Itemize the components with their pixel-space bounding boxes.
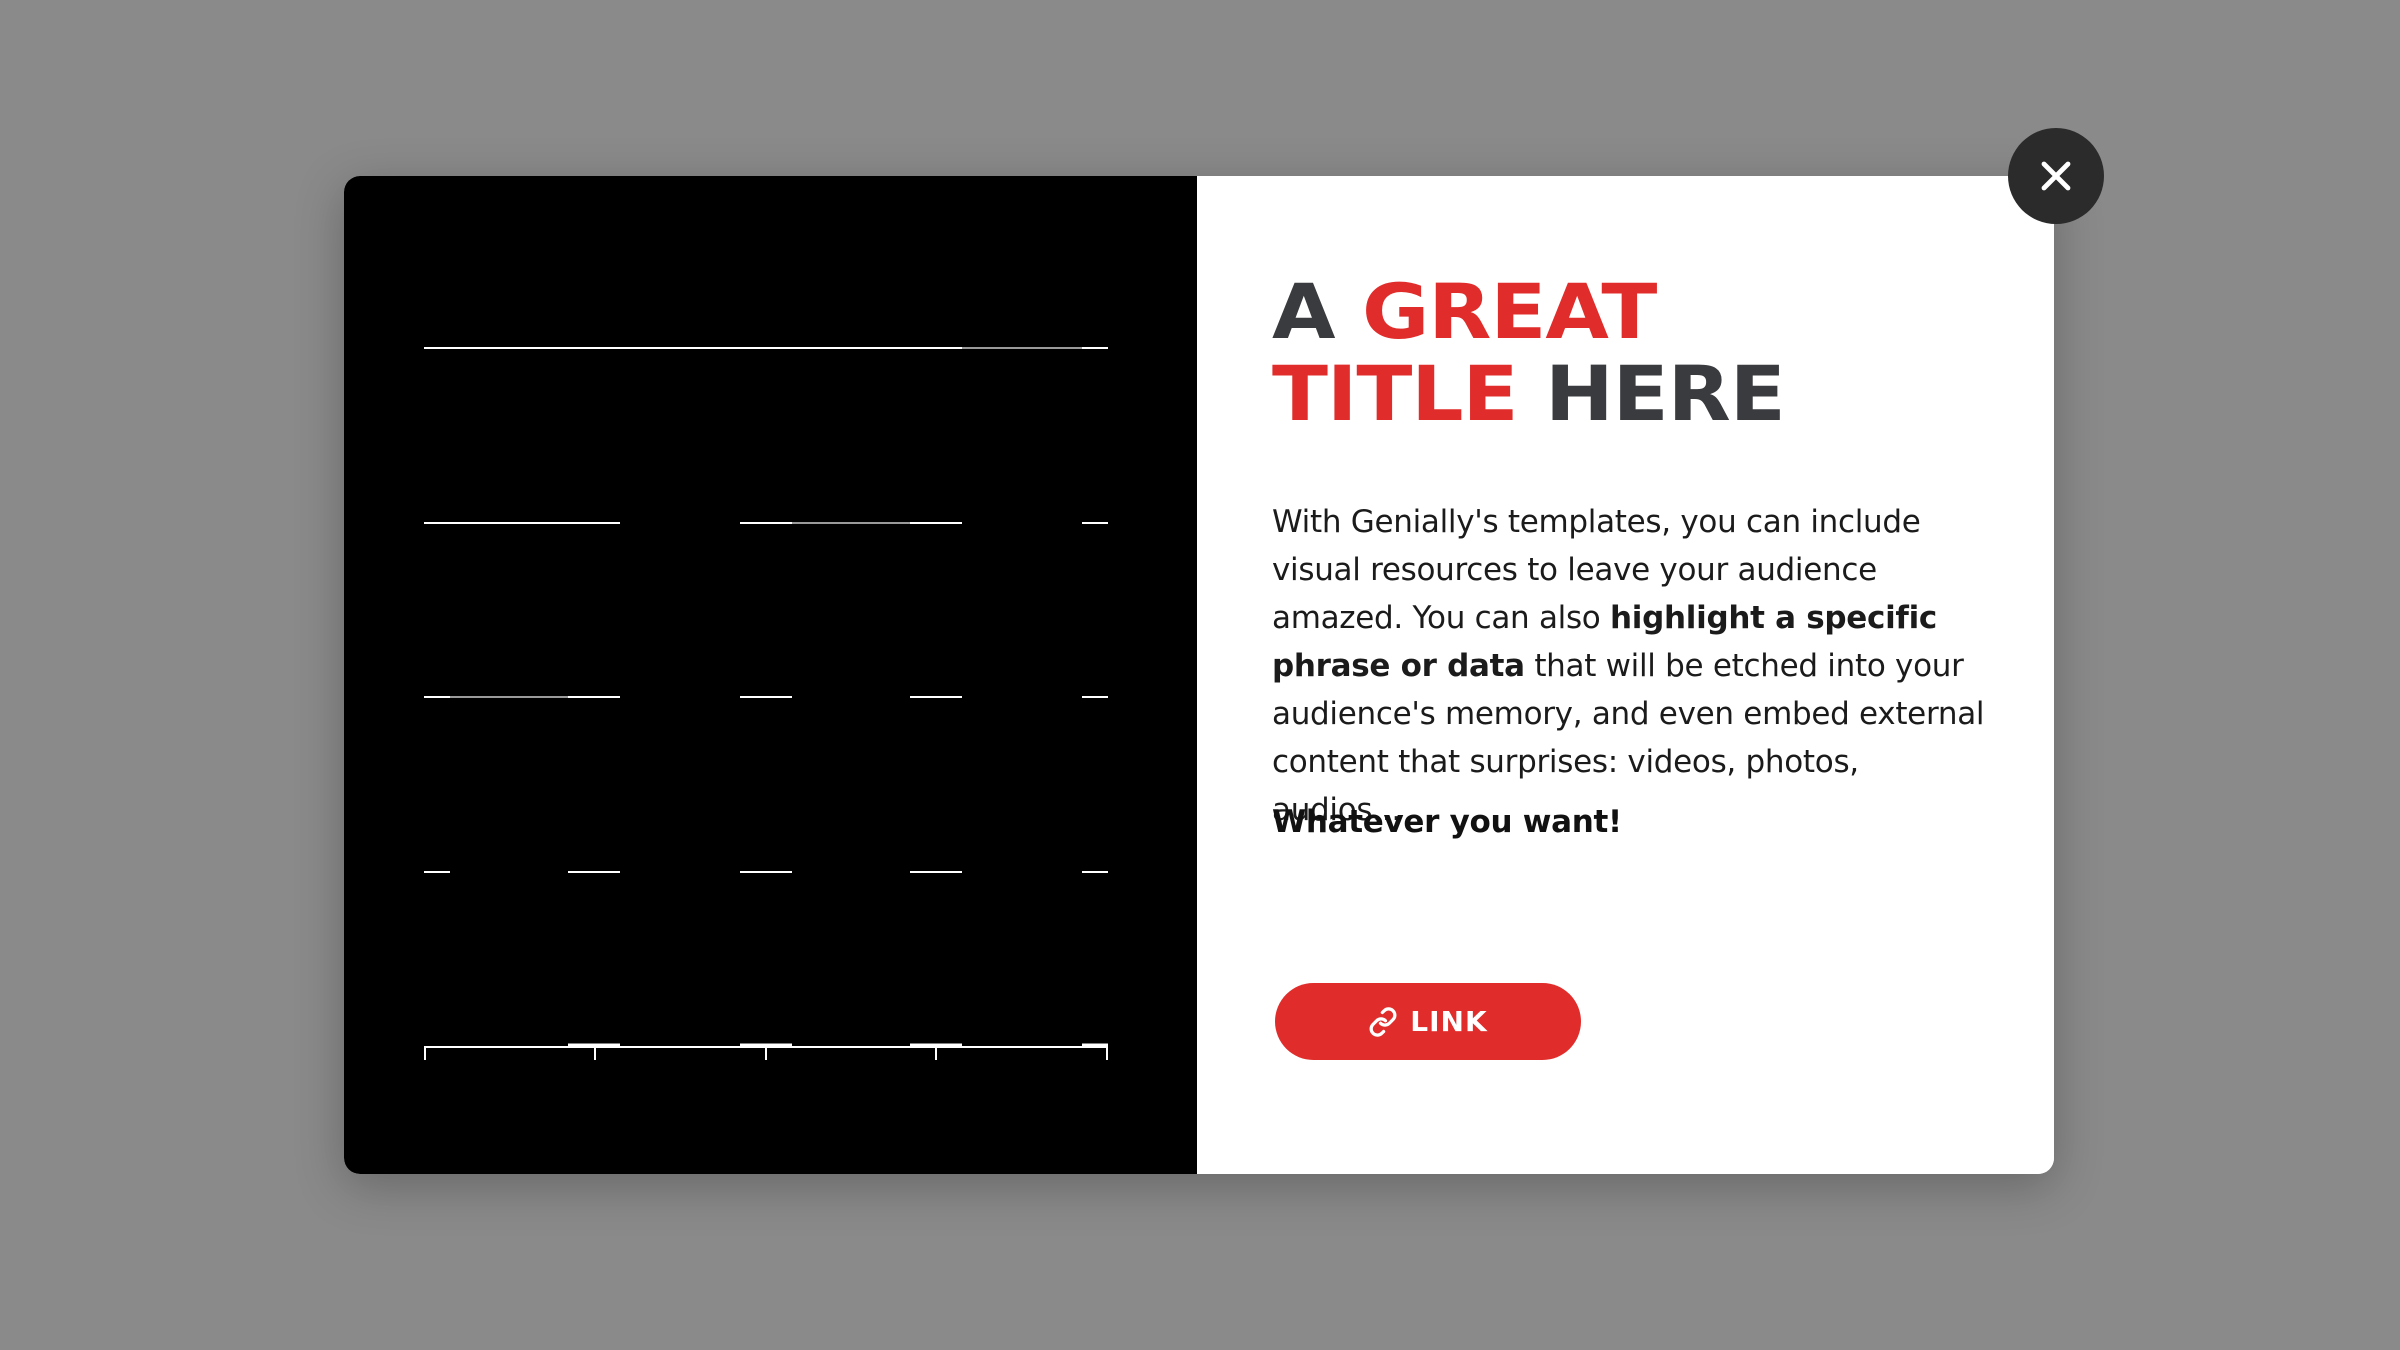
link-button[interactable]: LINK — [1275, 983, 1581, 1060]
title-word-title: TITLE — [1272, 349, 1519, 438]
close-icon — [2038, 158, 2074, 194]
page-title: A GREAT TITLE HERE — [1272, 271, 1786, 435]
title-line-2: TITLE HERE — [1272, 353, 1786, 435]
decorative-line-pattern — [424, 347, 1108, 1060]
content-panel: A GREAT TITLE HERE With Genially's templ… — [1197, 176, 2054, 1174]
title-line-1: A GREAT — [1272, 271, 1785, 353]
title-word-a: A — [1272, 267, 1336, 356]
closing-text: Whatever you want! — [1272, 804, 1622, 840]
close-button[interactable] — [2008, 128, 2104, 224]
modal-dialog: A GREAT TITLE HERE With Genially's templ… — [344, 176, 2054, 1174]
media-panel — [344, 176, 1197, 1174]
title-word-here: HERE — [1545, 349, 1786, 438]
title-word-great: GREAT — [1361, 267, 1657, 356]
link-button-label: LINK — [1410, 1005, 1488, 1038]
link-icon — [1368, 1006, 1398, 1037]
description-text: With Genially's templates, you can inclu… — [1272, 498, 1992, 834]
